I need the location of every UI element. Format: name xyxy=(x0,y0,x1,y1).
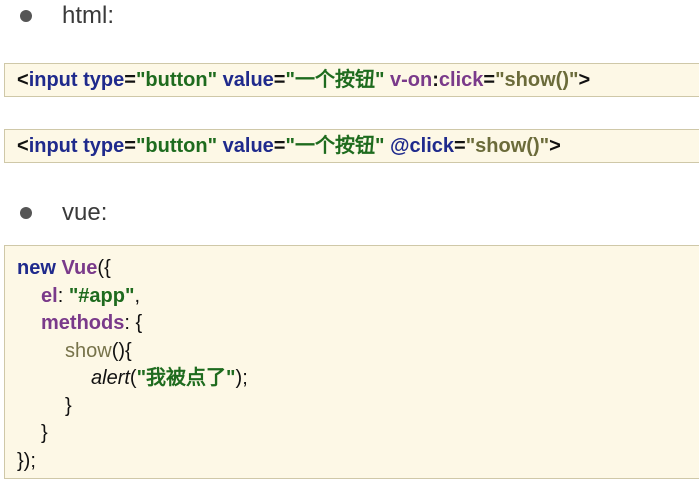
code-line: el: "#app", xyxy=(17,283,699,311)
code-token: new xyxy=(17,257,56,279)
code-token: v-on xyxy=(384,69,433,91)
code-token: alert xyxy=(91,367,130,389)
code-token: click xyxy=(438,69,484,91)
code-line: alert("我被点了"); xyxy=(17,365,699,393)
code-token: }); xyxy=(17,449,36,472)
code-token: type xyxy=(77,69,125,91)
code-token: value xyxy=(217,135,274,157)
code-token: "button" xyxy=(135,135,218,157)
code-token: "一个按钮" xyxy=(285,135,385,157)
code-block-html-von: <input type="button" value="一个按钮" v-on:c… xyxy=(4,63,699,97)
code-token: el xyxy=(41,284,58,307)
bullet-dot-icon xyxy=(20,207,32,219)
code-token: > xyxy=(549,135,561,157)
code-line: <input type="button" value="一个按钮" @click… xyxy=(17,130,699,162)
code-token: = xyxy=(454,135,466,157)
code-token: input xyxy=(28,69,78,91)
code-token: @click xyxy=(384,135,454,157)
bullet-html-label: html: xyxy=(62,2,115,29)
code-token: ); xyxy=(235,367,248,389)
code-token: "#app" xyxy=(68,284,135,307)
bullet-vue: vue: xyxy=(20,199,107,227)
bullet-html: html: xyxy=(20,2,114,30)
code-token: Vue xyxy=(55,257,98,279)
code-token: > xyxy=(578,69,591,91)
code-line: } xyxy=(17,420,699,448)
page: html: <input type="button" value="一个按钮" … xyxy=(0,0,699,479)
code-token: value xyxy=(217,69,274,91)
code-line: <input type="button" value="一个按钮" v-on:c… xyxy=(17,64,699,96)
code-line: }); xyxy=(17,448,699,476)
code-token: "show()" xyxy=(465,135,550,157)
code-token: : { xyxy=(124,312,143,334)
code-block-html-at-click: <input type="button" value="一个按钮" @click… xyxy=(4,129,699,163)
code-token: ( xyxy=(129,367,137,389)
code-token: : xyxy=(432,69,439,91)
code-token: (){ xyxy=(111,339,132,362)
code-token: , xyxy=(134,284,141,307)
bullet-dot-icon xyxy=(20,10,32,22)
code-token: "一个按钮" xyxy=(285,69,385,91)
code-token: : xyxy=(57,284,69,307)
code-line: methods: { xyxy=(17,310,699,338)
code-line: new Vue({ xyxy=(17,255,699,283)
code-token: = xyxy=(273,135,286,157)
code-token: } xyxy=(41,422,48,444)
code-token: = xyxy=(483,69,496,91)
code-token: methods xyxy=(41,312,125,334)
code-token: = xyxy=(124,69,136,91)
code-token: input xyxy=(28,135,78,157)
code-token: show xyxy=(65,339,112,362)
code-token: "我被点了" xyxy=(136,367,236,389)
code-line: } xyxy=(17,393,699,421)
code-token: type xyxy=(77,135,125,157)
bullet-vue-label: vue: xyxy=(62,199,108,226)
code-token: "show()" xyxy=(495,69,579,91)
code-line: show(){ xyxy=(17,338,699,366)
code-token: < xyxy=(17,69,29,91)
code-block-vue: new Vue({ el: "#app", methods: { show(){… xyxy=(4,245,699,479)
code-token: < xyxy=(17,135,29,157)
code-token: = xyxy=(273,69,286,91)
code-token: ({ xyxy=(97,257,111,279)
code-token: } xyxy=(65,394,72,417)
code-token: = xyxy=(124,135,136,157)
code-token: "button" xyxy=(135,69,218,91)
